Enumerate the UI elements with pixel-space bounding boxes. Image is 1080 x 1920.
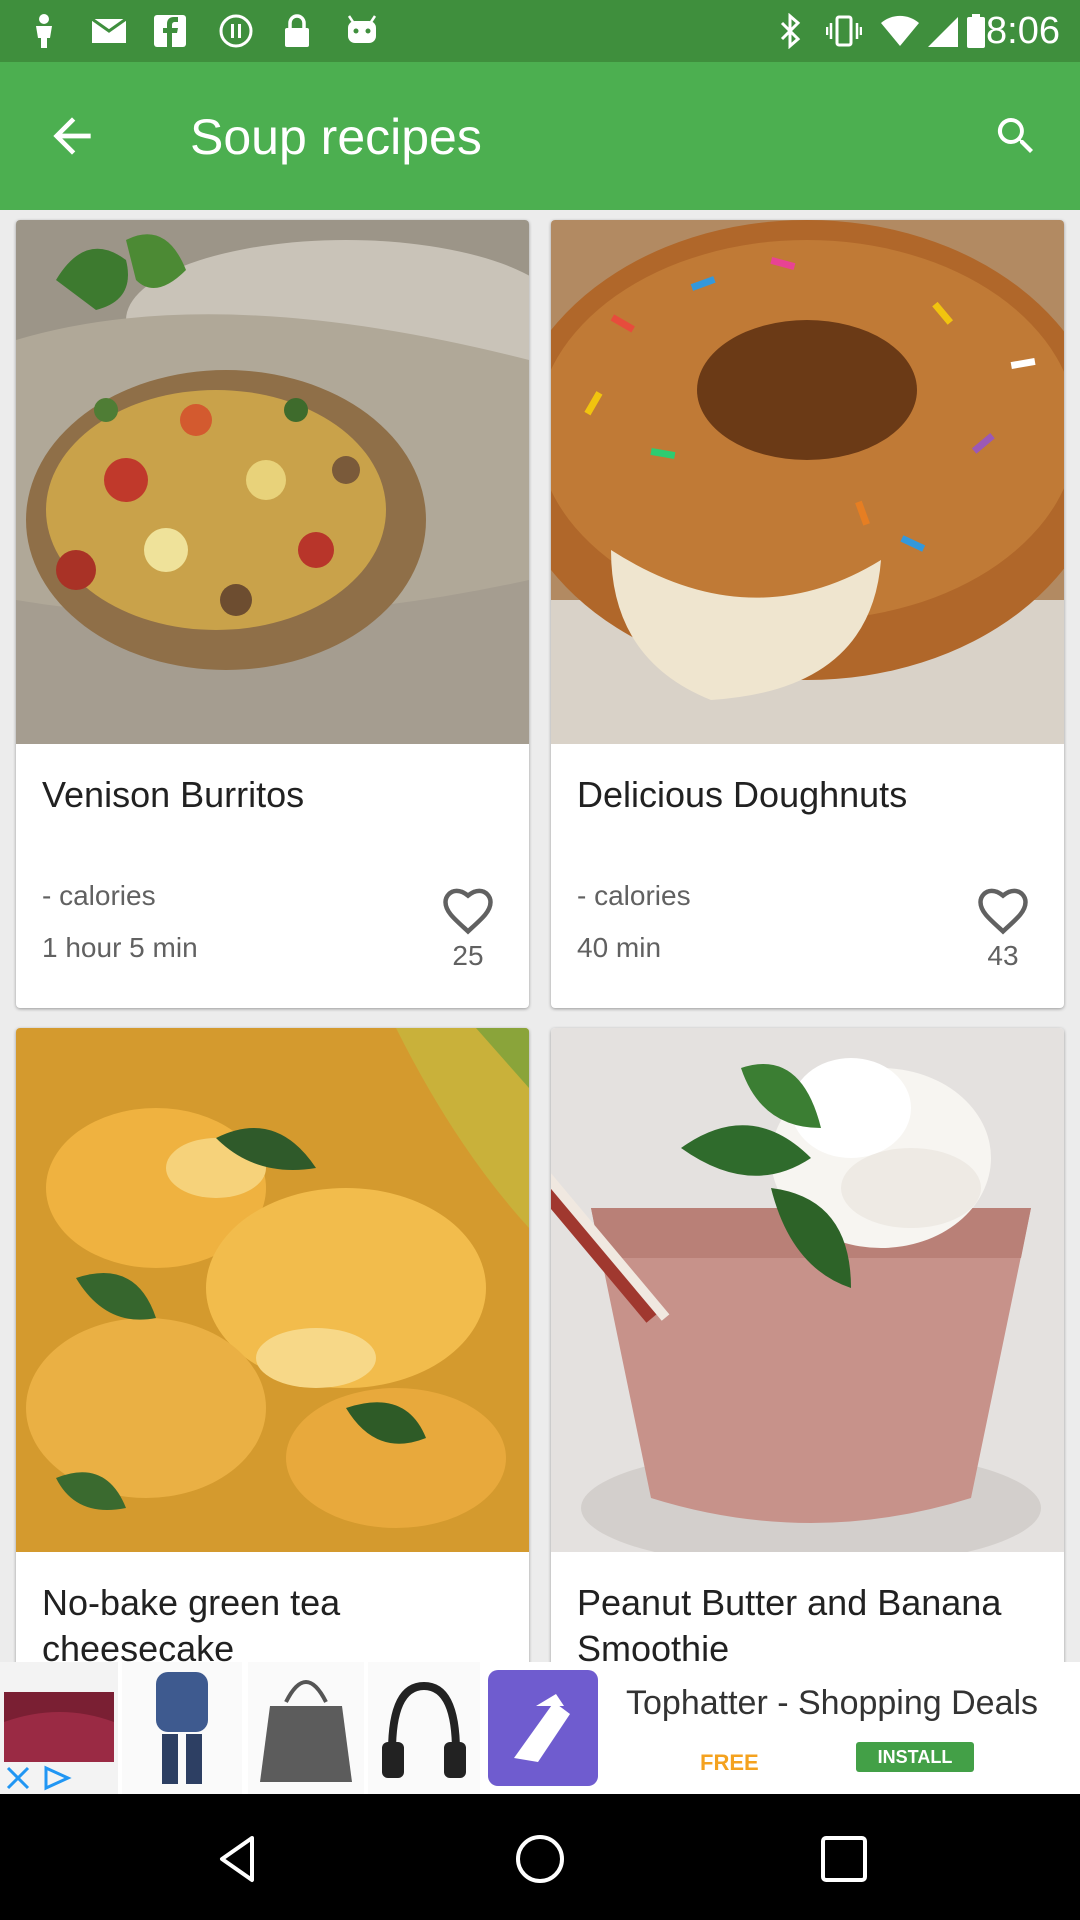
recipe-title: Peanut Butter and Banana Smoothie <box>577 1582 1002 1669</box>
mail-icon <box>91 17 127 43</box>
ad-image-handbag <box>248 1662 364 1794</box>
ad-image-headphones <box>368 1662 480 1794</box>
recipe-card-green-tea-cheesecake[interactable]: No-bake green tea cheesecake <box>16 1028 529 1728</box>
adchoices-icon[interactable] <box>40 1764 76 1792</box>
navigation-bar <box>0 1794 1080 1920</box>
page-title: Soup recipes <box>190 109 482 165</box>
wifi-icon <box>881 15 919 47</box>
ad-install-button[interactable]: INSTALL <box>856 1742 974 1772</box>
clock: 8:06 <box>986 10 1060 52</box>
vibrate-icon <box>826 15 862 47</box>
back-triangle-icon[interactable] <box>210 1832 264 1886</box>
battery-icon <box>967 14 985 48</box>
recipe-image-doughnut <box>551 220 1064 744</box>
recipe-time: 1 hour 5 min <box>42 932 198 963</box>
recipe-image-smoothie <box>551 1028 1064 1552</box>
recipe-card-delicious-doughnuts[interactable]: Delicious Doughnuts - calories 40 min 43 <box>551 220 1064 1008</box>
status-bar: 8:06 <box>0 0 1080 62</box>
app-bar: Soup recipes <box>0 62 1080 210</box>
ad-banner[interactable]: Tophatter - Shopping Deals FREE INSTALL <box>0 1662 1080 1794</box>
arrow-back-icon[interactable] <box>44 108 100 164</box>
recipe-title: Delicious Doughnuts <box>577 774 908 815</box>
android-icon <box>347 15 377 43</box>
ad-title: Tophatter - Shopping Deals <box>626 1684 1039 1722</box>
ad-image-kids-outfit <box>122 1662 242 1794</box>
recipe-calories: - calories <box>42 880 156 911</box>
media-icon <box>219 14 253 48</box>
recipe-image-cheesecake <box>16 1028 529 1552</box>
recipe-calories: - calories <box>577 880 691 911</box>
tophatter-logo-icon <box>488 1670 598 1786</box>
likes-count: 43 <box>987 940 1019 971</box>
likes-count: 25 <box>452 940 484 971</box>
recipe-image-burritos <box>16 220 529 744</box>
person-icon <box>36 14 52 48</box>
recipe-title: Venison Burritos <box>42 774 305 815</box>
recents-square-icon[interactable] <box>817 1832 871 1886</box>
home-circle-icon[interactable] <box>513 1832 567 1886</box>
signal-icon <box>928 17 958 47</box>
heart-icon[interactable] <box>441 885 495 935</box>
close-icon[interactable] <box>4 1764 32 1792</box>
search-icon[interactable] <box>992 112 1040 160</box>
lock-icon <box>285 14 309 47</box>
recipe-title: No-bake green tea cheesecake <box>42 1582 341 1669</box>
bluetooth-icon <box>780 13 801 49</box>
heart-icon[interactable] <box>976 885 1030 935</box>
recipe-card-peanut-butter-smoothie[interactable]: Peanut Butter and Banana Smoothie <box>551 1028 1064 1728</box>
recipe-card-venison-burritos[interactable]: Venison Burritos - calories 1 hour 5 min… <box>16 220 529 1008</box>
facebook-icon <box>154 15 186 47</box>
ad-free-label: FREE <box>700 1750 759 1775</box>
recipe-time: 40 min <box>577 932 662 963</box>
